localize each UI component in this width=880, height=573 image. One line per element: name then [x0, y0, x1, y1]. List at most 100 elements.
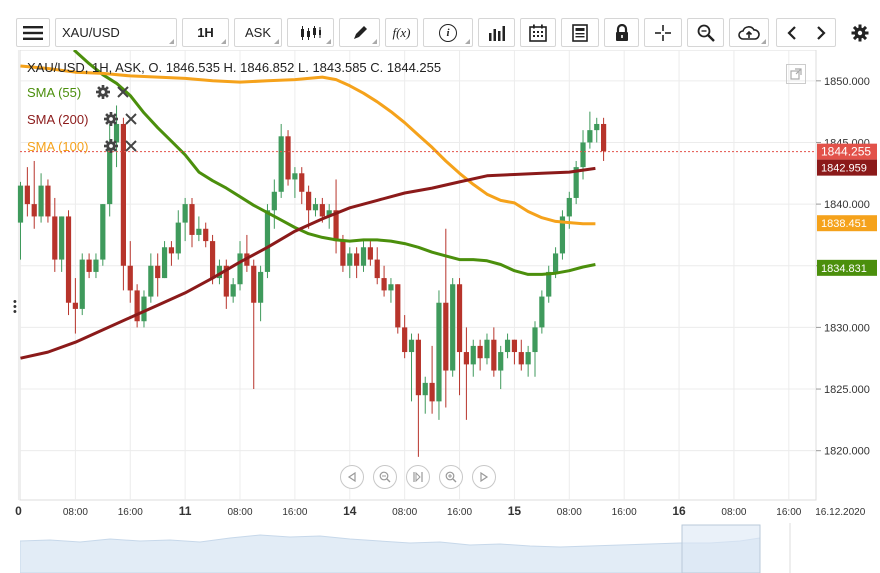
news-button[interactable] — [561, 18, 599, 47]
candle-body — [278, 136, 284, 192]
candle-body — [258, 271, 264, 303]
candle-body — [271, 191, 277, 211]
drawing-tools-button[interactable] — [339, 18, 380, 47]
indicators-button[interactable]: f(x) — [385, 18, 418, 47]
menu-button[interactable] — [16, 18, 50, 47]
settings-button[interactable] — [846, 18, 874, 47]
candle-body — [546, 271, 552, 297]
chevron-right-icon[interactable] — [815, 25, 827, 41]
candle-body — [566, 197, 572, 217]
candle-body — [484, 339, 490, 359]
sma100-price-label: 1838.451 — [821, 218, 867, 230]
x-tick-label: 0 — [15, 504, 22, 518]
calendar-button[interactable] — [520, 18, 556, 47]
candle-body — [525, 352, 531, 365]
news-icon — [572, 23, 588, 42]
x-axis: 0 08:00 16:00 11 08:00 16:00 14 08:00 16:00 15 08:… — [15, 504, 866, 518]
candle-body — [93, 259, 99, 272]
sma-200-label: SMA (200) — [27, 112, 89, 127]
toolbar: XAU/USD 1H ASK f(x) i — [0, 0, 880, 50]
x-tick-label: 16:00 — [612, 507, 637, 518]
zoom-controls — [340, 465, 496, 489]
sma-100-label: SMA (100) — [27, 139, 89, 154]
x-tick-label: 15 — [508, 504, 522, 518]
zoom-in-icon — [445, 471, 457, 483]
candle-body — [450, 284, 456, 371]
sma-100-legend: SMA (100) — [27, 139, 88, 154]
candle-body — [498, 352, 504, 371]
candle-body — [601, 123, 607, 152]
reset-view-button[interactable] — [406, 465, 430, 489]
volume-button[interactable] — [478, 18, 515, 47]
candle-body — [189, 204, 195, 235]
zoom-button[interactable] — [687, 18, 724, 47]
gear-icon — [851, 24, 869, 41]
close-icon[interactable] — [116, 85, 130, 99]
candle-body — [504, 339, 511, 353]
timeframe-selector[interactable]: 1H — [182, 18, 229, 47]
candle-body — [456, 284, 463, 353]
timeframe-label: 1H — [197, 25, 214, 40]
panel-resize-handle[interactable]: • • • — [13, 297, 17, 318]
candle-body — [72, 302, 78, 309]
candle-body — [285, 136, 291, 180]
x-tick-label: 08:00 — [721, 507, 746, 518]
zoom-in-button[interactable] — [439, 465, 463, 489]
sma200-price-label: 1842.959 — [821, 163, 867, 175]
candle-body — [230, 284, 236, 297]
info-button[interactable]: i — [423, 18, 473, 47]
candle-body — [539, 296, 545, 328]
chart-type-button[interactable] — [287, 18, 334, 47]
x-tick-label: 16:00 — [282, 507, 307, 518]
candle-body — [422, 382, 428, 396]
gear-icon[interactable] — [104, 112, 118, 126]
candle-body — [127, 265, 133, 291]
candle-body — [477, 345, 483, 359]
scroll-left-button[interactable] — [340, 465, 364, 489]
candle-body — [100, 204, 106, 260]
candle-body — [175, 222, 181, 254]
lock-button[interactable] — [604, 18, 639, 47]
zoom-out-icon — [379, 471, 391, 483]
candle-body — [86, 259, 92, 272]
close-icon[interactable] — [124, 139, 138, 153]
price-type-selector[interactable]: ASK — [234, 18, 282, 47]
candle-body — [203, 228, 209, 242]
ohlc-readout: XAU/USD, 1H, ASK, O. 1846.535 H. 1846.85… — [27, 60, 442, 75]
symbol-selector[interactable]: XAU/USD — [55, 18, 177, 47]
candle-body — [580, 142, 586, 168]
scroll-right-button[interactable] — [472, 465, 496, 489]
candle-body — [443, 302, 449, 371]
info-icon: i — [439, 23, 457, 42]
x-tick-label: 08:00 — [228, 507, 253, 518]
chevron-left-icon[interactable] — [786, 25, 798, 41]
candle-body — [511, 339, 518, 353]
candle-body — [354, 253, 360, 266]
candle-body — [374, 259, 380, 279]
candle-body — [59, 216, 65, 260]
candle-body — [17, 185, 24, 223]
zoom-out-button[interactable] — [373, 465, 397, 489]
crosshair-button[interactable] — [644, 18, 682, 47]
crosshair-icon — [655, 24, 671, 41]
gear-icon[interactable] — [96, 85, 110, 99]
expand-button[interactable] — [786, 64, 806, 84]
candle-body — [161, 247, 168, 279]
y-tick-label: 1830.000 — [824, 322, 870, 334]
cloud-upload-icon — [738, 25, 760, 40]
candle-body — [264, 210, 271, 272]
navigator-strip[interactable] — [20, 523, 876, 573]
hamburger-icon — [23, 25, 43, 40]
gear-icon[interactable] — [104, 139, 118, 153]
candle-body — [436, 302, 442, 402]
close-icon[interactable] — [124, 112, 138, 126]
candle-body — [408, 339, 415, 353]
candle-body — [470, 345, 476, 365]
magnifier-icon — [697, 24, 715, 42]
navigator-window[interactable] — [681, 524, 761, 573]
cloud-save-button[interactable] — [729, 18, 769, 47]
candlestick-icon — [300, 25, 321, 40]
candle-body — [347, 253, 353, 266]
y-tick-label: 1820.000 — [824, 446, 870, 458]
candle-body — [594, 123, 600, 131]
